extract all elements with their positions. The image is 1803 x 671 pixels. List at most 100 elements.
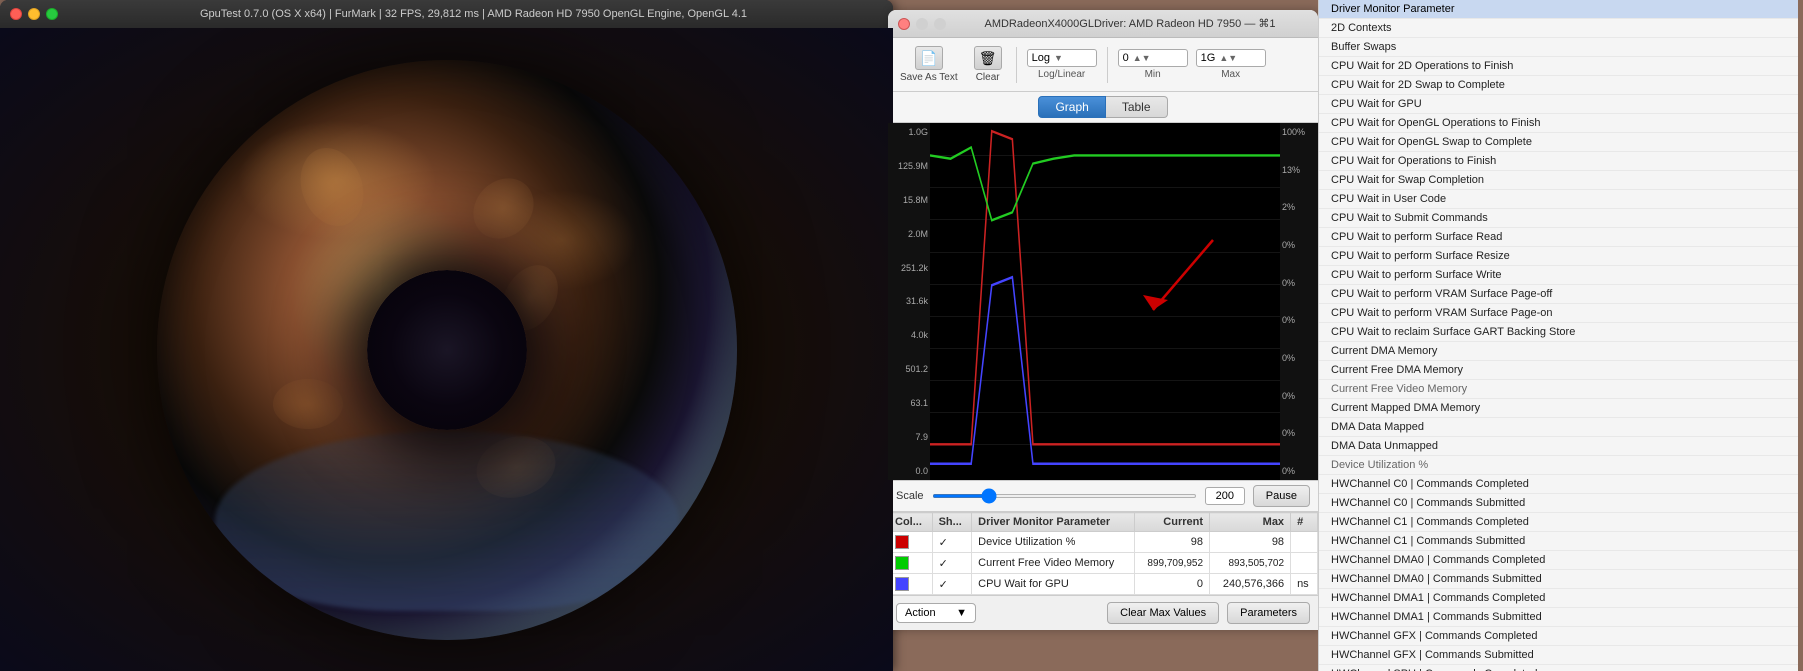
param-label: CPU Wait for 2D Swap to Complete: [1331, 79, 1505, 91]
data-table: Col... Sh... Driver Monitor Parameter Cu…: [888, 512, 1318, 595]
param-item-hwchan-c1-completed[interactable]: HWChannel C1 | Commands Completed: [1319, 513, 1798, 532]
amd-maximize-button[interactable]: [934, 18, 946, 30]
amd-close-button[interactable]: [898, 18, 910, 30]
param-item-cpu-wait-surface-read[interactable]: CPU Wait to perform Surface Read: [1319, 228, 1798, 247]
save-as-text-button[interactable]: 📄 Save As Text: [896, 44, 962, 85]
minimize-button[interactable]: [28, 8, 40, 20]
r-label-5: 0%: [1282, 315, 1316, 325]
action-select[interactable]: Action ▼: [896, 603, 976, 623]
row2-show: ✓: [932, 553, 972, 574]
r-label-8: 0%: [1282, 428, 1316, 438]
param-item-cpu-wait-surface-write[interactable]: CPU Wait to perform Surface Write: [1319, 266, 1798, 285]
action-label: Action: [905, 607, 936, 619]
y-label-2: 15.8M: [890, 195, 928, 205]
param-item-cpu-wait-gart[interactable]: CPU Wait to reclaim Surface GART Backing…: [1319, 323, 1798, 342]
gpu-window-title: GpuTest 0.7.0 (OS X x64) | FurMark | 32 …: [64, 8, 883, 20]
r-label-1: 13%: [1282, 165, 1316, 175]
log-linear-label: Log/Linear: [1038, 69, 1085, 80]
pause-button[interactable]: Pause: [1253, 485, 1310, 507]
param-label: Device Utilization %: [1331, 459, 1428, 471]
r-label-7: 0%: [1282, 391, 1316, 401]
param-label: CPU Wait to perform Surface Resize: [1331, 250, 1510, 262]
param-item-hwchan-c0-completed[interactable]: HWChannel C0 | Commands Completed: [1319, 475, 1798, 494]
color-swatch-green: [895, 556, 909, 570]
param-item-current-free-dma[interactable]: Current Free DMA Memory: [1319, 361, 1798, 380]
param-item-cpu-wait-user[interactable]: CPU Wait in User Code: [1319, 190, 1798, 209]
row2-color: [889, 553, 933, 574]
amd-minimize-button[interactable]: [916, 18, 928, 30]
param-item-dma-mapped[interactable]: DMA Data Mapped: [1319, 418, 1798, 437]
param-item-hwchan-dma0-submitted[interactable]: HWChannel DMA0 | Commands Submitted: [1319, 570, 1798, 589]
furmark-scene: [0, 28, 893, 671]
max-select[interactable]: 1G ▲▼: [1196, 49, 1266, 67]
clear-max-values-button[interactable]: Clear Max Values: [1107, 602, 1219, 624]
param-item-hwchan-gfx-completed[interactable]: HWChannel GFX | Commands Completed: [1319, 627, 1798, 646]
param-item-cpu-wait-gpu[interactable]: CPU Wait for GPU: [1319, 95, 1798, 114]
param-item-hwchan-c1-submitted[interactable]: HWChannel C1 | Commands Submitted: [1319, 532, 1798, 551]
parameters-button[interactable]: Parameters: [1227, 602, 1310, 624]
color-swatch-red: [895, 535, 909, 549]
param-item-current-free-video[interactable]: Current Free Video Memory: [1319, 380, 1798, 399]
log-select[interactable]: Log ▼: [1027, 49, 1097, 67]
param-item-cpu-wait-gl-ops[interactable]: CPU Wait for OpenGL Operations to Finish: [1319, 114, 1798, 133]
param-item-header[interactable]: Driver Monitor Parameter: [1319, 0, 1798, 19]
param-item-cpu-wait-gl-swap[interactable]: CPU Wait for OpenGL Swap to Complete: [1319, 133, 1798, 152]
param-item-hwchan-dma1-submitted[interactable]: HWChannel DMA1 | Commands Submitted: [1319, 608, 1798, 627]
param-item-cpu-wait-vram-on[interactable]: CPU Wait to perform VRAM Surface Page-on: [1319, 304, 1798, 323]
param-label: CPU Wait to perform Surface Write: [1331, 269, 1502, 281]
param-item-hwchan-c0-submitted[interactable]: HWChannel C0 | Commands Submitted: [1319, 494, 1798, 513]
donut-detail: [273, 379, 343, 429]
table-toggle-button[interactable]: Table: [1106, 96, 1168, 118]
row1-unit: [1291, 532, 1318, 553]
param-label: Current Mapped DMA Memory: [1331, 402, 1480, 414]
param-item-cpu-wait-vram-off[interactable]: CPU Wait to perform VRAM Surface Page-of…: [1319, 285, 1798, 304]
param-item-cpu-wait-2d-ops[interactable]: CPU Wait for 2D Operations to Finish: [1319, 57, 1798, 76]
checkmark-1: ✓: [939, 537, 948, 549]
col-max: Max: [1210, 513, 1291, 532]
param-label: 2D Contexts: [1331, 22, 1392, 34]
param-item-2d-contexts[interactable]: 2D Contexts: [1319, 19, 1798, 38]
row3-max: 240,576,366: [1210, 574, 1291, 595]
param-label: HWChannel DMA1 | Commands Completed: [1331, 592, 1545, 604]
row1-current: 98: [1135, 532, 1210, 553]
param-item-hwchan-dma1-completed[interactable]: HWChannel DMA1 | Commands Completed: [1319, 589, 1798, 608]
param-item-cpu-wait-surface-resize[interactable]: CPU Wait to perform Surface Resize: [1319, 247, 1798, 266]
param-item-hwchan-spu-completed[interactable]: HWChannel SPU | Commands Completed: [1319, 665, 1798, 671]
param-label: CPU Wait for 2D Operations to Finish: [1331, 60, 1513, 72]
maximize-button[interactable]: [46, 8, 58, 20]
r-label-2: 2%: [1282, 202, 1316, 212]
y-label-4: 251.2k: [890, 263, 928, 273]
y-label-3: 2.0M: [890, 229, 928, 239]
param-label: HWChannel C1 | Commands Submitted: [1331, 535, 1525, 547]
scale-value: 200: [1205, 487, 1245, 505]
param-item-current-dma[interactable]: Current DMA Memory: [1319, 342, 1798, 361]
param-label: CPU Wait to perform VRAM Surface Page-of…: [1331, 288, 1552, 300]
close-button[interactable]: [10, 8, 22, 20]
furmark-donut: [157, 60, 737, 640]
param-item-cpu-wait-swap[interactable]: CPU Wait for Swap Completion: [1319, 171, 1798, 190]
scale-slider[interactable]: [932, 494, 1197, 498]
min-select[interactable]: 0 ▲▼: [1118, 49, 1188, 67]
param-item-device-util[interactable]: Device Utilization %: [1319, 456, 1798, 475]
param-item-cpu-wait-submit[interactable]: CPU Wait to Submit Commands: [1319, 209, 1798, 228]
param-item-buffer-swaps[interactable]: Buffer Swaps: [1319, 38, 1798, 57]
param-item-dma-unmapped[interactable]: DMA Data Unmapped: [1319, 437, 1798, 456]
row3-unit: ns: [1291, 574, 1318, 595]
param-item-hwchan-gfx-submitted[interactable]: HWChannel GFX | Commands Submitted: [1319, 646, 1798, 665]
param-item-cpu-wait-ops[interactable]: CPU Wait for Operations to Finish: [1319, 152, 1798, 171]
graph-toggle-button[interactable]: Graph: [1038, 96, 1105, 118]
r-label-4: 0%: [1282, 278, 1316, 288]
clear-button[interactable]: 🗑 Clear: [970, 44, 1006, 85]
row3-parameter: CPU Wait for GPU: [972, 574, 1135, 595]
checkmark-3: ✓: [939, 579, 948, 591]
param-label: CPU Wait for OpenGL Operations to Finish: [1331, 117, 1541, 129]
param-item-cpu-wait-2d-swap[interactable]: CPU Wait for 2D Swap to Complete: [1319, 76, 1798, 95]
col-current: Current: [1135, 513, 1210, 532]
graph-area: 1.0G 125.9M 15.8M 2.0M 251.2k 31.6k 4.0k…: [888, 123, 1318, 480]
clear-icon: 🗑: [974, 46, 1002, 70]
param-item-hwchan-dma0-completed[interactable]: HWChannel DMA0 | Commands Completed: [1319, 551, 1798, 570]
min-arrow: ▲▼: [1133, 53, 1151, 63]
param-item-current-mapped-dma[interactable]: Current Mapped DMA Memory: [1319, 399, 1798, 418]
table-row: ✓ Current Free Video Memory 899,709,952 …: [889, 553, 1318, 574]
max-group: 1G ▲▼ Max: [1196, 49, 1266, 80]
